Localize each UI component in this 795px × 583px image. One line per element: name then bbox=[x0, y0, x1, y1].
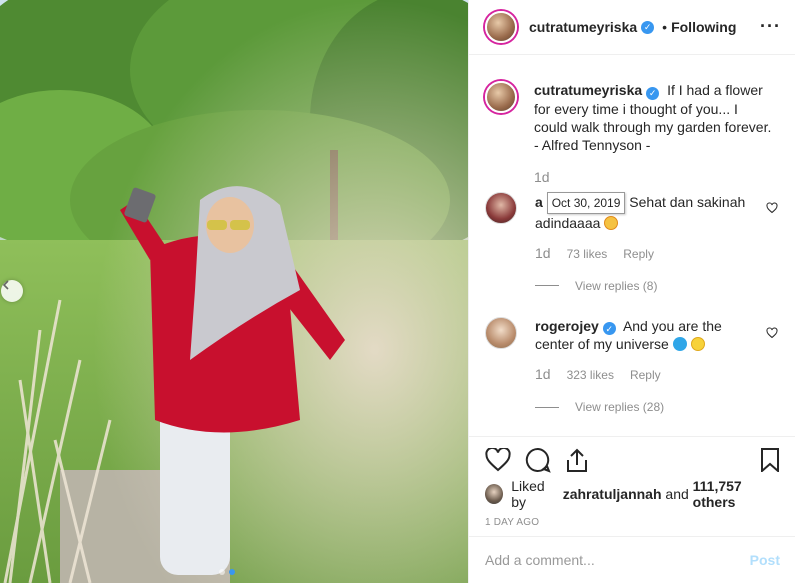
comment-username[interactable]: a bbox=[535, 194, 543, 210]
caption-attribution: - Alfred Tennyson - bbox=[534, 136, 651, 153]
caption-time[interactable]: 1d bbox=[534, 168, 550, 186]
replies-line bbox=[535, 285, 559, 286]
chevron-left-icon bbox=[2, 280, 9, 290]
author-username[interactable]: cutratumeyriska bbox=[529, 19, 637, 35]
caption-username[interactable]: cutratumeyriska bbox=[534, 82, 642, 98]
comment-time[interactable]: 1d bbox=[535, 244, 551, 262]
post-actions: Liked by zahratuljannah and 111,757 othe… bbox=[469, 436, 795, 528]
liked-by-user[interactable]: zahratuljannah bbox=[563, 486, 662, 502]
post-comment-button[interactable]: Post bbox=[750, 552, 780, 568]
verified-badge-icon: ✓ bbox=[602, 322, 616, 335]
comment-item: a Oct 30, 2019 Sehat dan sakinah adindaa… bbox=[485, 191, 780, 295]
verified-badge-icon: ✓ bbox=[646, 86, 660, 100]
post-photo[interactable] bbox=[0, 0, 468, 583]
comment-avatar[interactable] bbox=[485, 316, 517, 349]
post-header: cutratumeyriska ✓ • Following ··· bbox=[469, 0, 795, 55]
photo-illustration bbox=[0, 0, 468, 583]
date-tooltip: Oct 30, 2019 bbox=[546, 191, 626, 214]
post-side-panel: cutratumeyriska ✓ • Following ··· cutrat… bbox=[468, 0, 795, 583]
bookmark-icon[interactable] bbox=[760, 448, 780, 472]
add-comment-bar: Post bbox=[469, 536, 795, 583]
comment-username[interactable]: rogerojey bbox=[535, 318, 599, 334]
carousel-dot bbox=[219, 569, 225, 575]
add-comment-input[interactable] bbox=[485, 552, 750, 568]
view-replies-button[interactable]: View replies (28) bbox=[535, 398, 755, 416]
more-options-icon[interactable]: ··· bbox=[760, 16, 781, 37]
instagram-post-modal: cutratumeyriska ✓ • Following ··· cutrat… bbox=[0, 0, 795, 583]
comment-time[interactable]: 1d bbox=[535, 365, 551, 383]
like-heart-icon[interactable] bbox=[485, 448, 511, 472]
like-comment-heart-icon[interactable] bbox=[766, 326, 778, 339]
view-replies-label: View replies (28) bbox=[575, 400, 665, 414]
comment-likes[interactable]: 73 likes bbox=[567, 245, 608, 263]
author-avatar[interactable] bbox=[485, 11, 517, 43]
liked-by-count[interactable]: 111,757 others bbox=[693, 478, 780, 510]
blue-heart-emoji-icon bbox=[672, 337, 687, 351]
comment-reply-button[interactable]: Reply bbox=[623, 245, 654, 263]
liker-avatar[interactable] bbox=[485, 484, 504, 504]
comments-section: cutratumeyriska ✓ If I had a flower for e… bbox=[469, 56, 795, 436]
caption-text-block: cutratumeyriska ✓ If I had a flower for e… bbox=[534, 81, 774, 136]
like-comment-heart-icon[interactable] bbox=[766, 201, 778, 214]
sun-emoji-icon bbox=[690, 337, 705, 351]
view-replies-label: View replies (8) bbox=[575, 278, 658, 293]
comment-item: rogerojey ✓ And you are the center of my … bbox=[485, 316, 780, 417]
caption: cutratumeyriska ✓ If I had a flower for e… bbox=[485, 81, 780, 186]
share-icon[interactable] bbox=[565, 447, 589, 473]
replies-line bbox=[535, 406, 559, 408]
view-replies-button[interactable]: View replies (8) bbox=[535, 277, 755, 295]
comment-text-block: a Oct 30, 2019 Sehat dan sakinah adindaa… bbox=[535, 191, 755, 232]
carousel-indicator bbox=[219, 569, 235, 575]
post-time-ago[interactable]: 1 DAY AGO bbox=[485, 517, 780, 528]
caption-avatar[interactable] bbox=[485, 81, 517, 113]
smiling-face-emoji-icon bbox=[604, 215, 619, 230]
comment-bubble-icon[interactable] bbox=[525, 447, 551, 473]
carousel-prev-button[interactable] bbox=[1, 280, 23, 302]
separator-dot: • bbox=[662, 19, 668, 35]
liked-by-prefix: Liked by bbox=[511, 478, 545, 510]
comment-reply-button[interactable]: Reply bbox=[630, 366, 661, 384]
comment-avatar[interactable] bbox=[485, 191, 517, 224]
verified-badge-icon: ✓ bbox=[641, 20, 655, 34]
follow-status-button[interactable]: Following bbox=[671, 19, 736, 35]
comment-likes[interactable]: 323 likes bbox=[567, 366, 614, 384]
liked-by-row: Liked by zahratuljannah and 111,757 othe… bbox=[485, 478, 780, 510]
liked-by-and: and bbox=[665, 486, 689, 502]
comment-text-block: rogerojey ✓ And you are the center of my … bbox=[535, 317, 755, 354]
carousel-dot-active bbox=[229, 569, 235, 575]
